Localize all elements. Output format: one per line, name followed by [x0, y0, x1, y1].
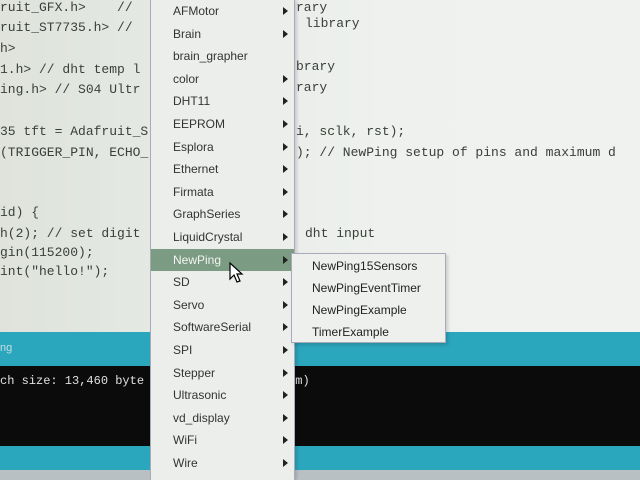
code-line: rary: [296, 0, 328, 15]
menu-item-label: WiFi: [173, 433, 197, 448]
code-line: 1.h> // dht temp l: [0, 62, 141, 77]
code-line: gin(115200);: [0, 245, 94, 260]
submenu-arrow-icon: [283, 120, 288, 128]
submenu-arrow-icon: [283, 97, 288, 106]
submenu-arrow-icon: [283, 346, 288, 354]
code-line: ruit_ST7735.h> //: [0, 20, 133, 35]
menu-item-label: brain_grapher: [173, 49, 248, 64]
submenu-arrow-icon: [283, 413, 288, 422]
code-line: ruit_GFX.h> //: [0, 0, 133, 15]
menu-item-label: Stepper: [173, 365, 216, 380]
menu-item-wifi[interactable]: WiFi: [151, 429, 294, 451]
code-line: ing.h> // S04 Ultr: [0, 82, 141, 97]
submenu-arrow-icon: [283, 278, 288, 287]
menu-item-label: AFMotor: [173, 4, 220, 18]
menu-item-label: Wire: [173, 456, 198, 470]
menu-item-label: DHT11: [173, 94, 211, 109]
submenu-arrow-icon: [283, 7, 288, 15]
menu-item-label: GraphSeries: [173, 207, 241, 222]
menu-item-esplora[interactable]: Esplora: [151, 136, 294, 158]
mouse-pointer-icon: [229, 262, 244, 283]
menu-item-label: Ultrasonic: [173, 388, 227, 403]
menu-item-color[interactable]: color: [151, 68, 294, 90]
submenu-arrow-icon: [283, 210, 288, 219]
menu-item-label: SPI: [173, 343, 193, 357]
menu-item-label: Firmata: [173, 184, 214, 199]
menu-item-stepper[interactable]: Stepper: [151, 362, 294, 384]
menu-item-graphseries[interactable]: GraphSeries: [151, 203, 294, 225]
submenu-item-newpingexample[interactable]: NewPingExample: [312, 303, 407, 317]
menu-item-eeprom[interactable]: EEPROM: [151, 113, 294, 135]
code-line: (TRIGGER_PIN, ECHO_: [0, 145, 149, 160]
menu-item-label: SD: [173, 275, 190, 290]
examples-menu: AFMotor Brain brain_graphercolor DHT11 EEPRO…: [150, 0, 295, 480]
code-line: rary: [296, 80, 328, 95]
submenu-arrow-icon: [283, 74, 288, 83]
menu-item-liquidcrystal[interactable]: LiquidCrystal: [151, 226, 294, 248]
submenu-arrow-icon: [283, 436, 288, 445]
submenu-arrow-icon: [283, 187, 288, 196]
menu-item-ethernet[interactable]: Ethernet: [151, 158, 294, 180]
submenu-arrow-icon: [283, 368, 288, 377]
code-line: h(2); // set digit: [0, 226, 141, 241]
newping-submenu: NewPing15Sensors NewPingEventTimer NewPi…: [291, 253, 446, 343]
code-line: library: [305, 16, 360, 31]
menu-item-afmotor[interactable]: AFMotor: [151, 0, 294, 22]
submenu-arrow-icon: [283, 233, 288, 241]
submenu-item-newpingeventtimer[interactable]: NewPingEventTimer: [312, 281, 421, 295]
menu-item-label: color: [173, 71, 200, 86]
menu-item-servo[interactable]: Servo: [151, 294, 294, 316]
menu-item-spi[interactable]: SPI: [151, 339, 294, 361]
code-line: 35 tft = Adafruit_S: [0, 124, 149, 139]
menu-item-label: vd_display: [173, 410, 230, 425]
submenu-arrow-icon: [283, 29, 288, 38]
submenu-item-timerexample[interactable]: TimerExample: [312, 325, 389, 339]
menu-item-brain_grapher[interactable]: brain_grapher: [151, 45, 294, 67]
submenu-arrow-icon: [283, 165, 288, 174]
menu-item-label: Servo: [173, 297, 205, 312]
menu-item-ultrasonic[interactable]: Ultrasonic: [151, 384, 294, 406]
menu-item-brain[interactable]: Brain: [151, 23, 294, 45]
menu-item-vd_display[interactable]: vd_display: [151, 407, 294, 429]
code-line: id) {: [0, 205, 40, 220]
menu-item-label: Esplora: [173, 139, 214, 154]
submenu-arrow-icon: [283, 255, 288, 264]
submenu-item-newping15sensors[interactable]: NewPing15Sensors: [312, 259, 417, 273]
menu-item-label: Ethernet: [173, 162, 219, 177]
submenu-arrow-icon: [283, 142, 288, 151]
menu-item-label: SoftwareSerial: [173, 320, 252, 335]
menu-item-firmata[interactable]: Firmata: [151, 181, 294, 203]
menu-item-label: Brain: [173, 26, 202, 41]
code-line: ); // NewPing setup of pins and maximum …: [296, 145, 616, 160]
menu-item-dht11[interactable]: DHT11: [151, 90, 294, 112]
submenu-arrow-icon: [283, 323, 288, 332]
code-line: brary: [296, 59, 336, 74]
footer-bar: [0, 446, 640, 470]
status-text: ng: [0, 342, 13, 354]
taskbar[interactable]: [0, 470, 640, 480]
code-line: dht input: [305, 226, 376, 241]
menu-item-newping[interactable]: NewPing: [151, 248, 294, 271]
menu-item-label: NewPing: [173, 252, 222, 267]
menu-item-sd[interactable]: SD: [151, 271, 294, 293]
submenu-arrow-icon: [283, 300, 288, 309]
code-line: h>: [0, 41, 16, 56]
submenu-arrow-icon: [283, 459, 288, 467]
menu-item-label: EEPROM: [173, 117, 226, 131]
code-line: int("hello!");: [0, 264, 110, 279]
menu-item-wire[interactable]: Wire: [151, 452, 294, 474]
submenu-arrow-icon: [283, 391, 288, 400]
code-line: i, sclk, rst);: [296, 124, 406, 139]
menu-item-label: LiquidCrystal: [173, 230, 243, 244]
menu-item-softwareserial[interactable]: SoftwareSerial: [151, 316, 294, 338]
console-output: ch size: 13,460 byte te maximum): [0, 366, 640, 446]
